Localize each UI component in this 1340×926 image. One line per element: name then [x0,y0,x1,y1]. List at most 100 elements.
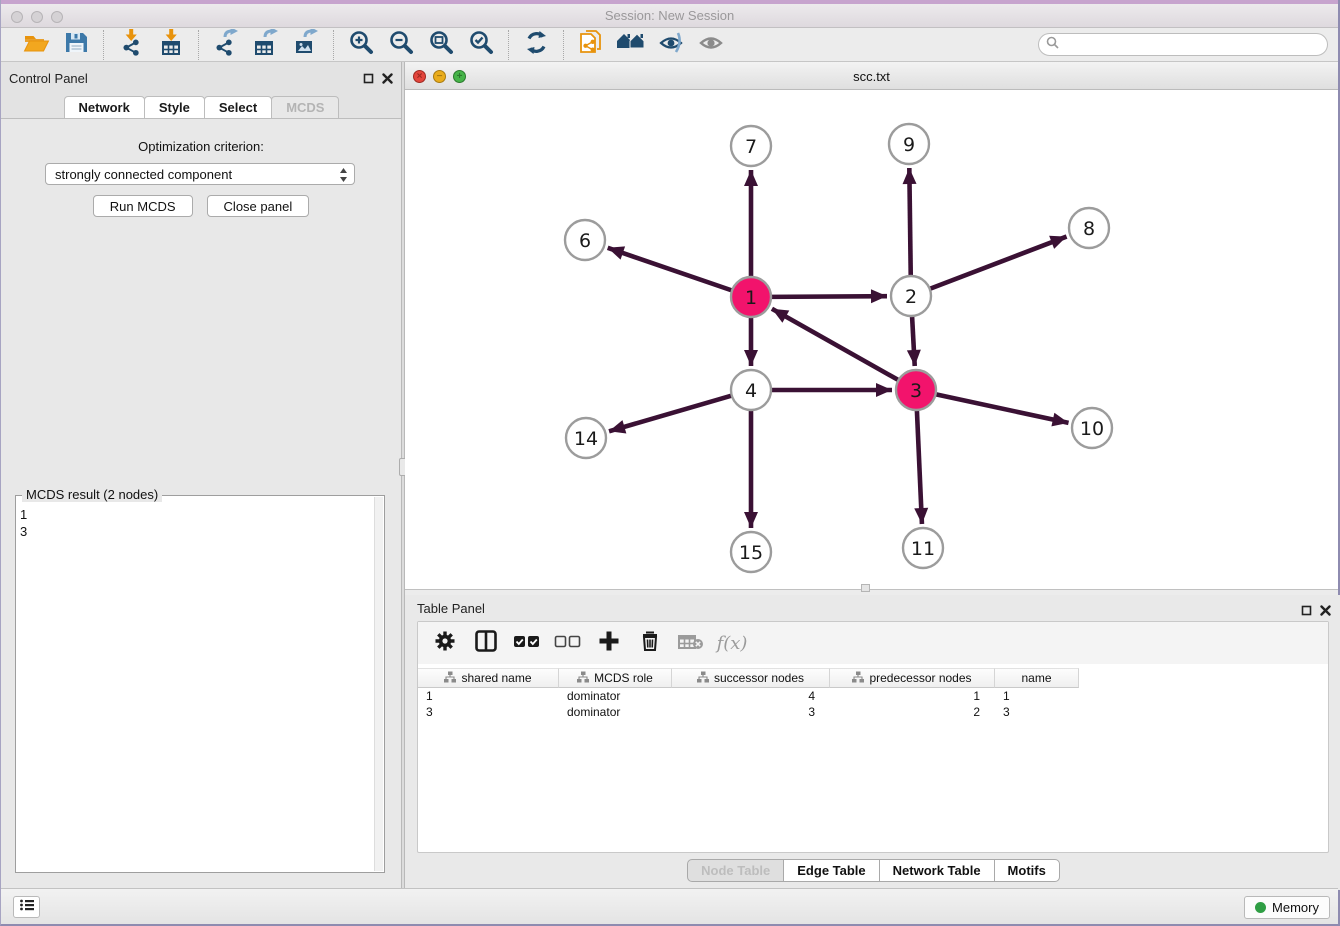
edge-3-10[interactable] [936,394,1069,423]
graph-node-2[interactable]: 2 [891,276,931,316]
table-cell[interactable]: 3 [672,704,830,720]
result-item[interactable]: 3 [20,523,374,540]
edge-4-14[interactable] [609,396,732,432]
tab-node-table[interactable]: Node Table [687,859,784,882]
zoom-in-button[interactable] [346,31,376,59]
network-window-titlebar[interactable]: ×−+ scc.txt [405,62,1338,90]
graph-node-6[interactable]: 6 [565,220,605,260]
table-cell[interactable]: 3 [995,704,1079,720]
close-panel-icon[interactable] [382,71,393,89]
node-table-card: f(x) shared nameMCDS rolesuccessor nodes… [417,621,1329,853]
table-cell[interactable]: dominator [559,688,672,704]
column-header-predecessor-nodes[interactable]: predecessor nodes [830,668,995,688]
table-cell[interactable]: 1 [418,688,559,704]
tab-edge-table[interactable]: Edge Table [783,859,879,882]
search-input[interactable] [1063,38,1327,52]
table-cell[interactable]: 1 [830,688,995,704]
import-table-button[interactable] [156,31,186,59]
run-mcds-button[interactable]: Run MCDS [93,195,193,217]
add-column-button[interactable] [596,630,622,656]
search-box[interactable] [1038,33,1328,56]
graph-node-7[interactable]: 7 [731,126,771,166]
graph-node-10[interactable]: 10 [1072,408,1112,448]
task-history-button[interactable] [13,896,40,918]
edge-2-9[interactable] [909,168,910,276]
zoom-selected-button[interactable] [466,31,496,59]
graph-node-4[interactable]: 4 [731,370,771,410]
graph-node-9[interactable]: 9 [889,124,929,164]
close-panel-button[interactable]: Close panel [207,195,310,217]
result-item[interactable]: 1 [20,506,374,523]
select-all-button[interactable] [514,630,540,656]
column-header-successor-nodes[interactable]: successor nodes [672,668,830,688]
graph-node-11[interactable]: 11 [903,528,943,568]
table-cell[interactable]: dominator [559,704,672,720]
deselect-all-button[interactable] [555,630,581,656]
edge-2-8[interactable] [930,237,1067,289]
tab-style[interactable]: Style [144,96,205,118]
node-label: 1 [745,287,757,309]
tab-network-table[interactable]: Network Table [879,859,995,882]
zoom-fit-button[interactable] [426,31,456,59]
tab-mcds[interactable]: MCDS [271,96,339,118]
gear-button[interactable] [432,630,458,656]
edge-3-1[interactable] [772,309,899,380]
tab-select[interactable]: Select [204,96,272,118]
edge-1-6[interactable] [608,248,732,291]
network-canvas[interactable]: 7 9 6 8 1 2 4 3 14 10 15 11 [405,90,1338,588]
node-table[interactable]: shared nameMCDS rolesuccessor nodesprede… [418,668,1328,852]
table-cell[interactable]: 4 [672,688,830,704]
graph-node-3[interactable]: 3 [896,370,936,410]
edge-1-2[interactable] [771,296,887,297]
column-header-shared-name[interactable]: shared name [418,668,559,688]
delete-table-button[interactable] [678,630,704,656]
delete-table-icon [677,629,705,658]
function-builder-button[interactable]: f(x) [719,630,745,656]
close-table-panel-icon[interactable] [1320,603,1331,621]
export-network-button[interactable] [211,31,241,59]
table-cell[interactable]: 2 [830,704,995,720]
control-panel-title: Control Panel [9,71,88,86]
column-layout-button[interactable] [473,630,499,656]
table-panel-title: Table Panel [417,601,485,616]
horizontal-splitter-grip[interactable] [861,584,870,592]
export-image-button[interactable] [291,31,321,59]
memory-button[interactable]: Memory [1244,896,1330,919]
open-folder-icon [23,29,50,61]
table-cell[interactable]: 1 [995,688,1079,704]
network-file-button[interactable] [576,31,606,59]
column-header-MCDS-role[interactable]: MCDS role [559,668,672,688]
refresh-layout-button[interactable] [521,31,551,59]
dropdown-stepper-icon [339,167,348,186]
graph-node-15[interactable]: 15 [731,532,771,572]
open-folder-button[interactable] [21,31,51,59]
float-table-panel-icon[interactable] [1301,603,1312,621]
save-button[interactable] [61,31,91,59]
delete-column-button[interactable] [637,630,663,656]
table-row[interactable]: 1dominator411 [418,688,1328,704]
network-window-title: scc.txt [405,69,1338,84]
graph-node-14[interactable]: 14 [566,418,606,458]
column-header-name[interactable]: name [995,668,1079,688]
graph-node-1[interactable]: 1 [731,277,771,317]
table-row[interactable]: 3dominator323 [418,704,1328,720]
tab-motifs[interactable]: Motifs [994,859,1060,882]
float-panel-icon[interactable] [363,71,374,89]
tab-network[interactable]: Network [64,96,145,118]
hide-eye-button[interactable] [656,31,686,59]
edge-3-11[interactable] [917,410,922,524]
memory-label: Memory [1272,900,1319,915]
import-network-icon [118,29,145,61]
table-cell[interactable]: 3 [418,704,559,720]
node-label: 2 [905,286,917,308]
edge-2-3[interactable] [912,316,915,366]
export-table-button[interactable] [251,31,281,59]
import-network-button[interactable] [116,31,146,59]
graph-node-8[interactable]: 8 [1069,208,1109,248]
show-eye-button[interactable] [696,31,726,59]
zoom-out-button[interactable] [386,31,416,59]
home-button[interactable] [616,31,646,59]
optimization-criterion-select[interactable]: strongly connected component [45,163,355,185]
mcds-result-list[interactable]: 13 [20,506,374,870]
result-scrollbar[interactable] [374,497,383,871]
